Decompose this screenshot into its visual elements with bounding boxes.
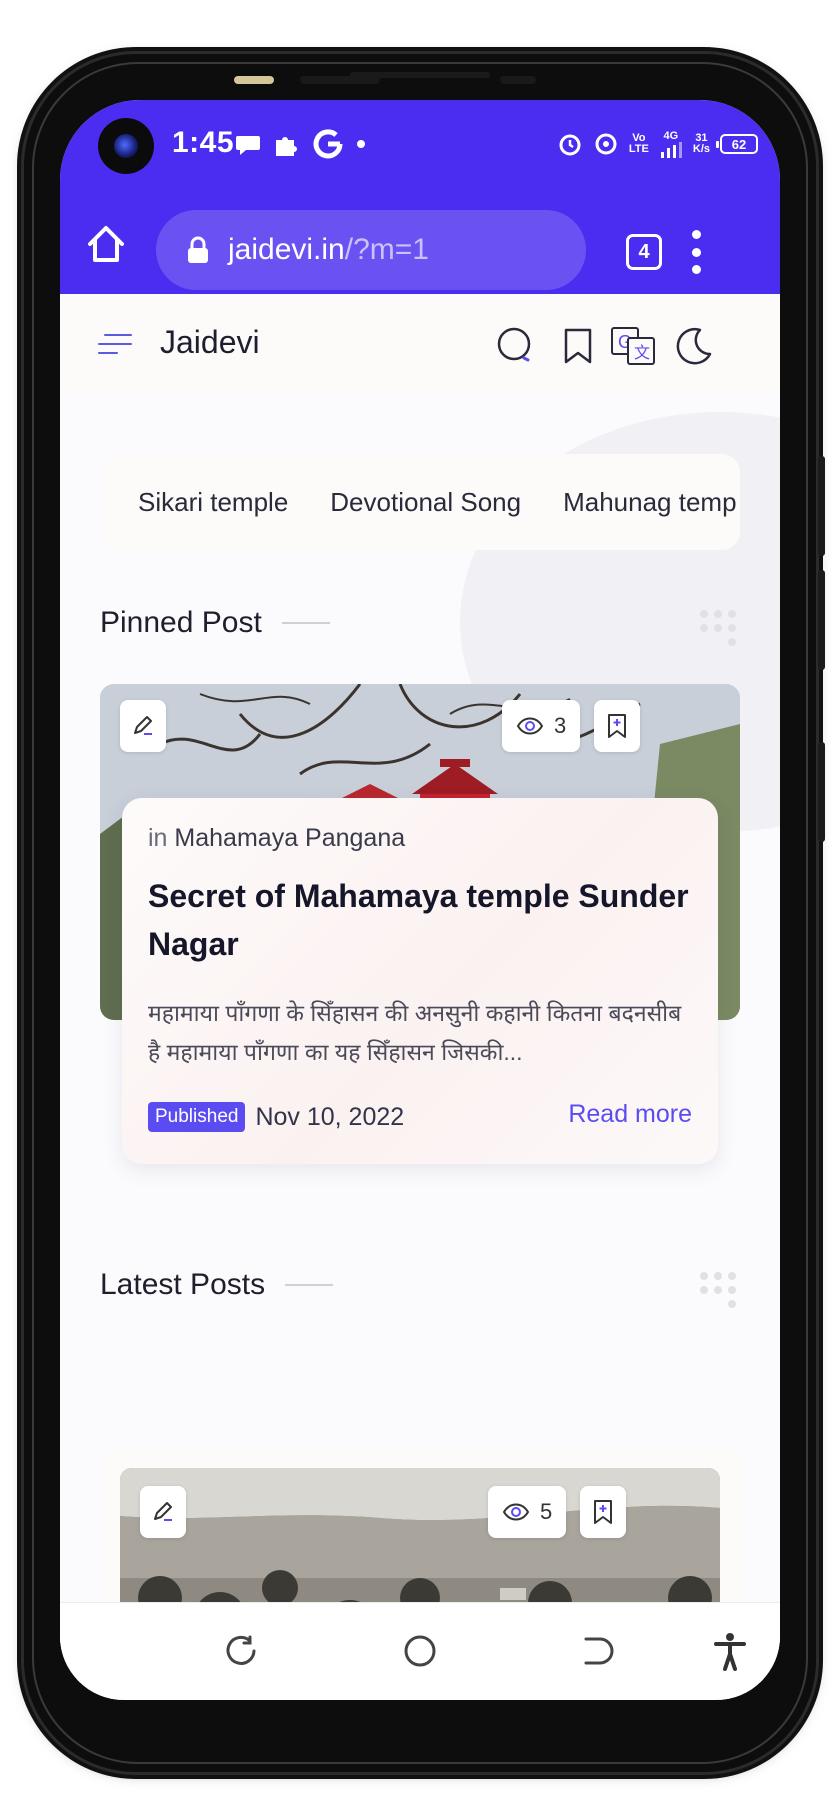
url-host: jaidevi.in	[228, 233, 345, 266]
eye-icon	[516, 717, 544, 735]
bookmark-add-button[interactable]	[594, 700, 640, 752]
dots-decoration	[700, 1272, 740, 1312]
lock-icon	[188, 236, 208, 263]
tab-count: 4	[638, 240, 650, 263]
translate-icon[interactable]: G文	[610, 324, 656, 368]
volume-down-button	[818, 742, 825, 842]
search-icon[interactable]	[494, 324, 538, 368]
edit-button[interactable]	[120, 700, 166, 752]
home-button-icon[interactable]	[398, 1629, 442, 1673]
browser-menu-button[interactable]	[688, 230, 704, 274]
edit-button[interactable]	[140, 1486, 186, 1538]
speaker-grille	[350, 72, 490, 78]
volume-up-button	[818, 570, 825, 670]
bookmark-add-icon	[594, 1500, 612, 1524]
dot-notification-icon	[357, 140, 365, 148]
volte-indicator: Vo LTE	[628, 132, 649, 155]
status-badge: Published	[148, 1102, 246, 1132]
pinned-post-card[interactable]: in Mahamaya Pangana Secret of Mahamaya t…	[122, 798, 718, 1164]
menu-icon[interactable]	[98, 330, 134, 358]
label-strip: Sikari temple Devotional Song Mahunag te…	[100, 454, 740, 550]
svg-text:文: 文	[634, 344, 650, 362]
alarm-icon	[559, 134, 581, 156]
accessibility-icon[interactable]	[708, 1629, 752, 1673]
view-count: 5	[488, 1486, 567, 1538]
sensor	[500, 76, 536, 84]
site-title[interactable]: Jaidevi	[160, 324, 260, 361]
status-time: 1:45	[172, 126, 235, 159]
edit-icon	[134, 716, 152, 735]
signal-indicator: 4G	[659, 130, 683, 158]
post-category: in Mahamaya Pangana	[148, 824, 406, 852]
edit-icon	[154, 1502, 172, 1521]
tab-switcher-button[interactable]: 4	[626, 234, 662, 270]
dark-mode-icon[interactable]	[670, 324, 714, 368]
browser-toolbar: jaidevi.in/?m=1 4	[60, 194, 780, 294]
hotspot-icon	[595, 133, 617, 155]
read-more-link[interactable]: Read more	[568, 1100, 692, 1129]
label-item[interactable]: Sikari temple	[138, 487, 288, 518]
latest-posts-heading: Latest Posts	[100, 1268, 334, 1302]
screen: 1:45 Vo LTE 4G 31 K/s 62 jaidevi.in/?m=1 4	[60, 100, 780, 1700]
post-date: Nov 10, 2022	[255, 1102, 405, 1131]
eye-icon	[502, 1503, 530, 1521]
bookmark-add-icon	[608, 714, 626, 738]
address-bar[interactable]: jaidevi.in/?m=1	[156, 210, 586, 290]
status-bar: 1:45 Vo LTE 4G 31 K/s 62	[60, 100, 780, 194]
notification-icons	[234, 124, 368, 164]
battery-indicator: 62	[716, 134, 758, 154]
front-camera	[98, 118, 154, 174]
web-page: Jaidevi G文 Sikari temple Devotional Song…	[60, 294, 780, 1700]
label-item[interactable]: Mahunag temp	[563, 487, 736, 518]
url-path: /?m=1	[344, 233, 429, 266]
post-title[interactable]: Secret of Mahamaya temple Sunder Nagar	[148, 872, 698, 968]
label-item[interactable]: Devotional Song	[330, 487, 521, 518]
bookmark-add-button[interactable]	[580, 1486, 626, 1538]
power-button	[818, 456, 825, 556]
view-count: 3	[502, 700, 581, 752]
home-icon[interactable]	[84, 222, 128, 266]
pinned-post-heading: Pinned Post	[100, 606, 330, 640]
google-notification-icon	[313, 129, 343, 159]
signal-icon	[660, 141, 682, 158]
post-meta: Published Nov 10, 2022	[148, 1102, 404, 1132]
network-speed: 31 K/s	[692, 132, 710, 155]
dots-decoration	[700, 610, 740, 650]
bookmark-icon[interactable]	[556, 324, 600, 368]
post-excerpt: महामाया पाँगणा के सिँहासन की अनसुनी कहान…	[148, 1000, 682, 1065]
site-header: Jaidevi G文	[60, 294, 780, 394]
puzzle-notification-icon	[276, 137, 297, 156]
chat-notification-icon	[236, 136, 260, 155]
system-status-icons: Vo LTE 4G 31 K/s 62	[557, 124, 758, 164]
recents-icon[interactable]	[220, 1629, 264, 1673]
back-icon[interactable]	[574, 1629, 618, 1673]
system-nav-bar	[60, 1602, 780, 1700]
category-link[interactable]: Mahamaya Pangana	[174, 824, 405, 852]
flash	[234, 76, 274, 84]
